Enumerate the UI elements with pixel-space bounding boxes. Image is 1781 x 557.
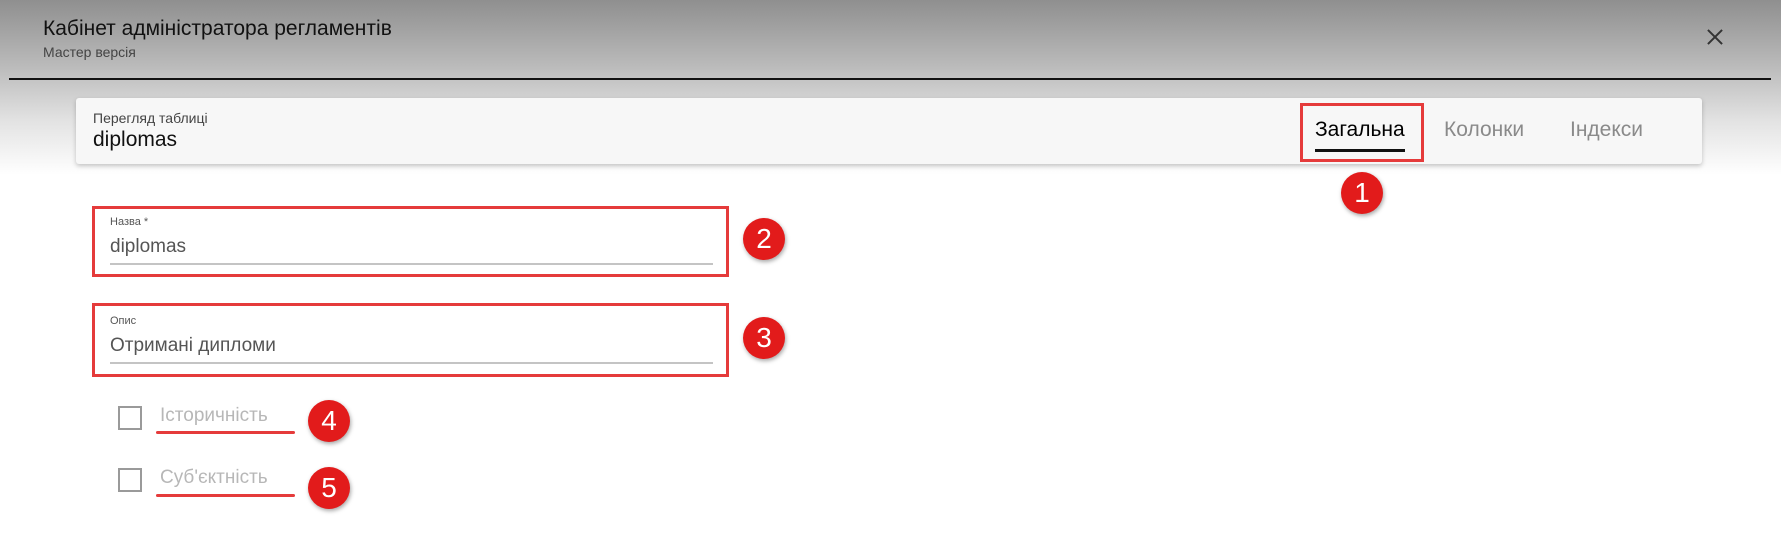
app-title: Кабінет адміністратора регламентів — [43, 17, 392, 40]
table-name: diplomas — [93, 128, 178, 151]
highlight-tab-general — [1300, 103, 1424, 162]
historicity-label[interactable]: Історичність — [160, 405, 268, 427]
app-subtitle: Мастер версія — [43, 44, 136, 60]
marker-1: 1 — [1341, 172, 1383, 214]
table-view-label: Перегляд таблиці — [93, 110, 208, 126]
close-icon[interactable] — [1700, 22, 1730, 52]
highlight-subject — [156, 494, 295, 497]
name-field-underline — [110, 263, 713, 265]
name-input[interactable] — [110, 236, 713, 258]
marker-2: 2 — [743, 218, 785, 260]
description-input[interactable] — [110, 335, 713, 357]
description-field-label: Опис — [110, 315, 137, 327]
historicity-checkbox[interactable] — [118, 406, 142, 430]
tab-indexes[interactable]: Індекси — [1570, 118, 1643, 142]
subject-checkbox[interactable] — [118, 468, 142, 492]
description-field-underline — [110, 362, 713, 364]
description-field: Опис — [110, 315, 713, 364]
header-divider — [9, 78, 1771, 80]
marker-3: 3 — [743, 317, 785, 359]
marker-5: 5 — [308, 467, 350, 509]
name-field-label: Назва * — [110, 216, 149, 228]
table-view-card: Перегляд таблиці diplomas Загальна Колон… — [76, 98, 1702, 164]
highlight-historicity — [156, 431, 295, 434]
marker-4: 4 — [308, 400, 350, 442]
tab-columns[interactable]: Колонки — [1444, 118, 1524, 142]
name-field: Назва * — [110, 216, 713, 265]
subject-label[interactable]: Суб'єктність — [160, 467, 268, 489]
